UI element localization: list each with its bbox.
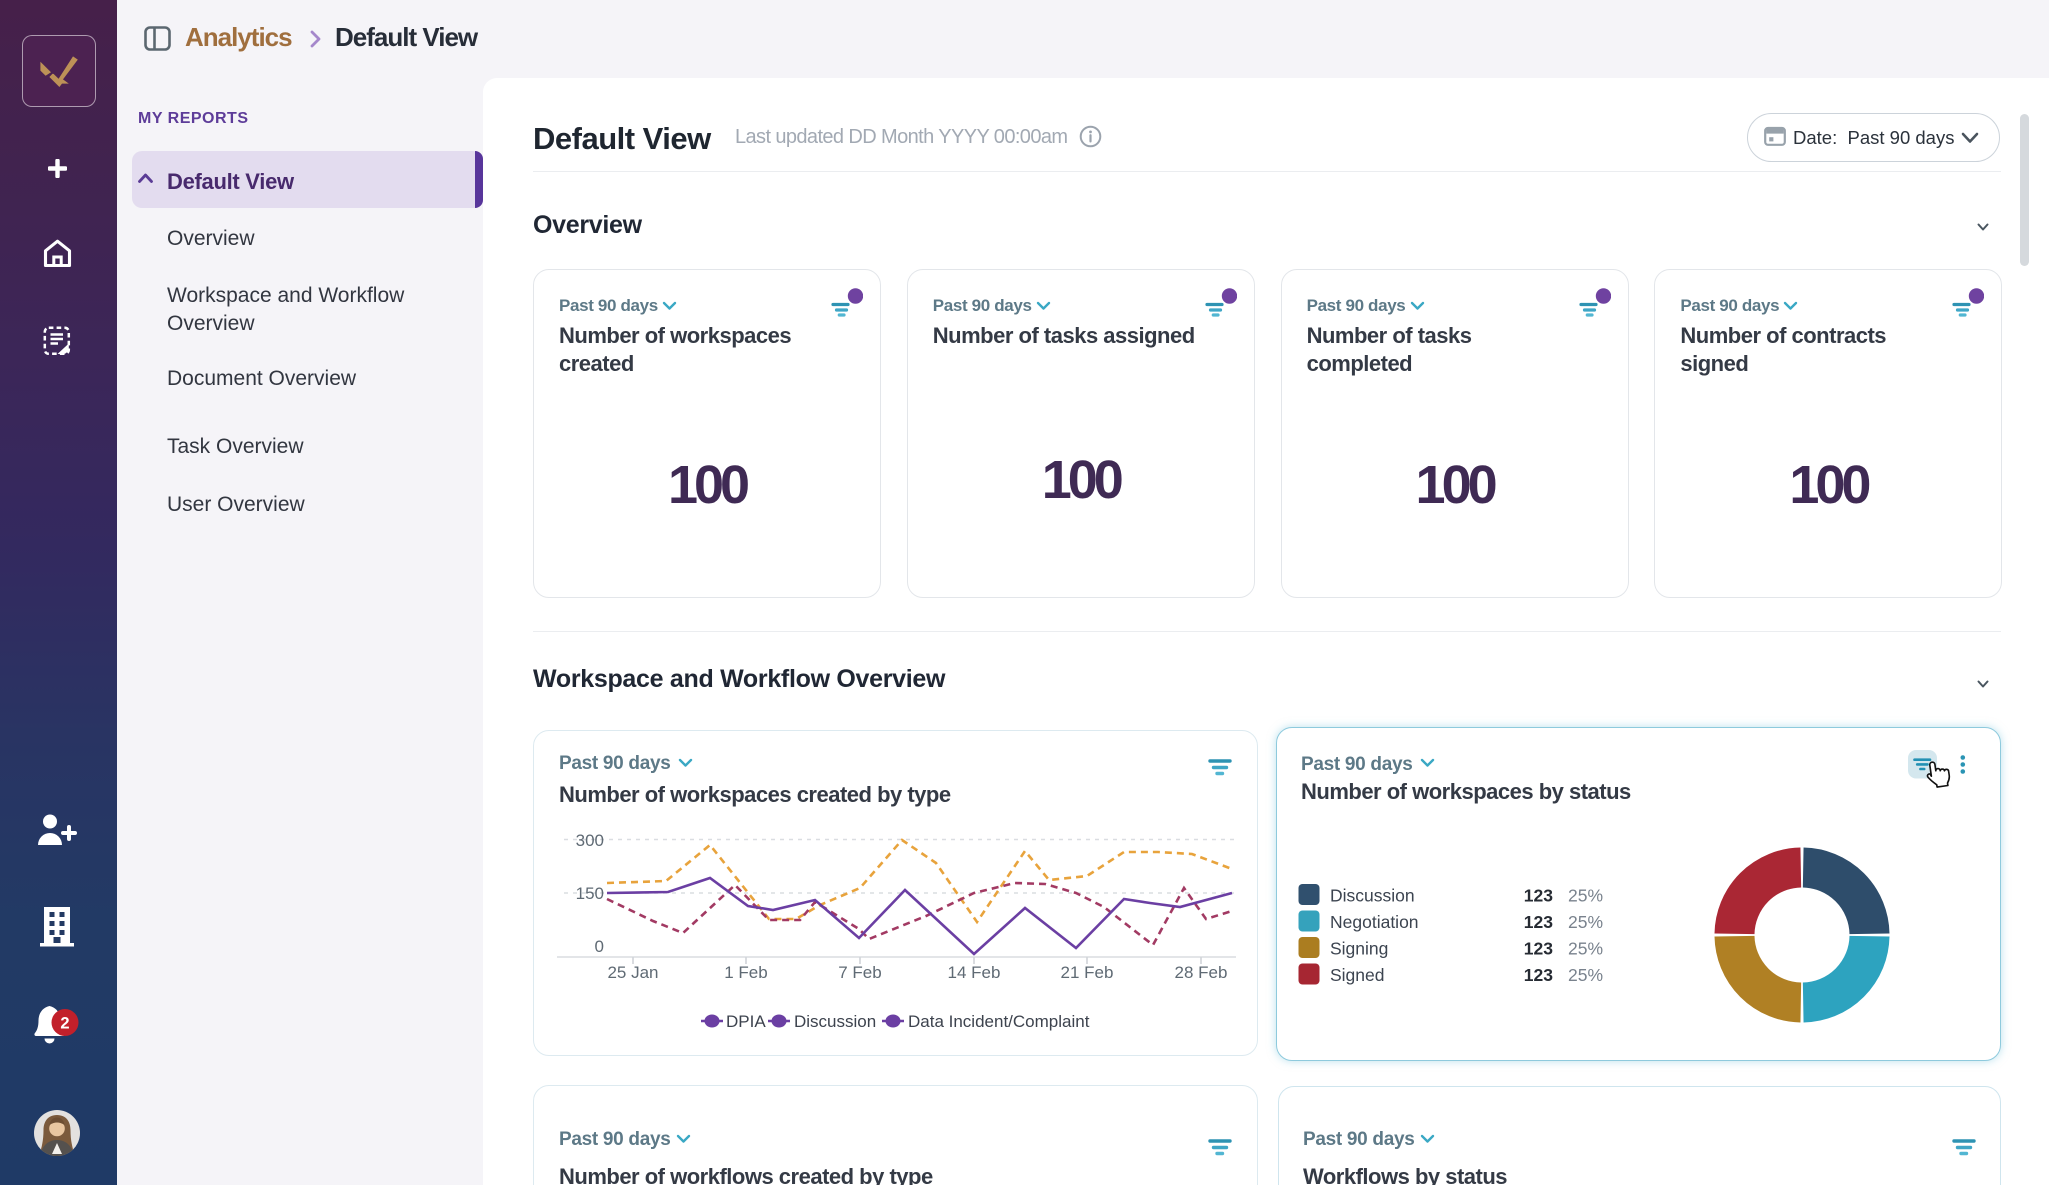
svg-text:25%: 25%	[1568, 965, 1603, 985]
svg-text:Signing: Signing	[1330, 939, 1388, 959]
svg-text:DPIA: DPIA	[726, 1012, 766, 1031]
svg-text:Data Incident/Complaint: Data Incident/Complaint	[908, 1012, 1090, 1031]
svg-text:123: 123	[1524, 965, 1553, 985]
svg-text:2: 2	[60, 1015, 69, 1033]
svg-text:Discussion: Discussion	[1330, 886, 1415, 906]
svg-text:21 Feb: 21 Feb	[1061, 963, 1114, 982]
svg-text:25 Jan: 25 Jan	[607, 963, 658, 982]
svg-text:25%: 25%	[1568, 886, 1603, 906]
svg-text:7 Feb: 7 Feb	[838, 963, 881, 982]
svg-text:14 Feb: 14 Feb	[948, 963, 1001, 982]
svg-text:300: 300	[576, 831, 604, 850]
svg-text:Discussion: Discussion	[794, 1012, 876, 1031]
svg-text:28 Feb: 28 Feb	[1175, 963, 1228, 982]
svg-text:123: 123	[1524, 939, 1553, 959]
svg-text:Signed: Signed	[1330, 965, 1385, 985]
svg-text:1 Feb: 1 Feb	[724, 963, 767, 982]
svg-text:123: 123	[1524, 886, 1553, 906]
svg-text:123: 123	[1524, 912, 1553, 932]
svg-text:150: 150	[576, 884, 604, 903]
svg-text:0: 0	[595, 937, 604, 956]
svg-text:Negotiation: Negotiation	[1330, 912, 1419, 932]
svg-text:25%: 25%	[1568, 912, 1603, 932]
svg-text:25%: 25%	[1568, 939, 1603, 959]
